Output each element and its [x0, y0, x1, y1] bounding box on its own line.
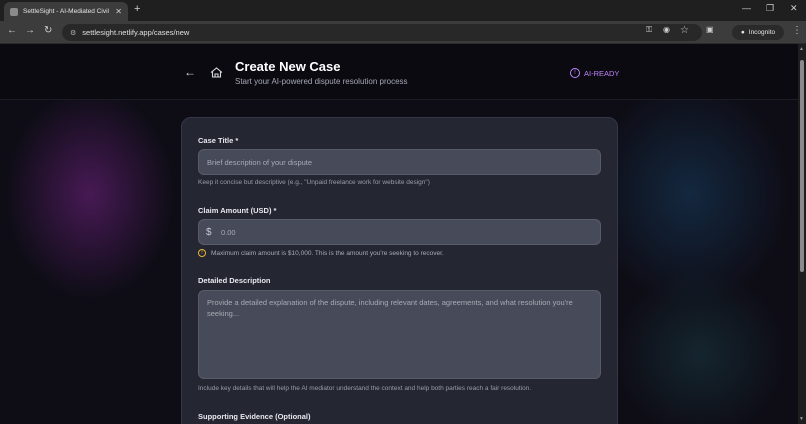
forward-nav-icon[interactable]: →	[25, 25, 35, 36]
case-title-help: Keep it concise but descriptive (e.g., "…	[198, 179, 430, 186]
page-title: Create New Case	[235, 59, 341, 74]
browser-toolbar: ← → ↻ ⚙ settlesight.netlify.app/cases/ne…	[0, 21, 806, 44]
incognito-icon: ●	[740, 29, 745, 36]
scroll-up-icon[interactable]: ▲	[799, 46, 804, 52]
tracking-eye-icon[interactable]: ◉	[663, 25, 670, 34]
tab-title: SettleSight - AI-Mediated Civil Dispute	[23, 8, 111, 15]
info-circle-icon: !	[570, 68, 580, 78]
bookmark-star-icon[interactable]: ☆	[680, 25, 689, 36]
description-textarea[interactable]: Provide a detailed explanation of the di…	[198, 290, 601, 379]
scrollbar-thumb[interactable]	[800, 60, 804, 272]
browser-tab-strip: SettleSight - AI-Mediated Civil Dispute …	[0, 0, 806, 21]
reload-icon[interactable]: ↻	[44, 25, 52, 36]
tab-close-icon[interactable]: ✕	[115, 7, 122, 16]
description-placeholder: Provide a detailed explanation of the di…	[207, 298, 573, 319]
page-subtitle: Start your AI-powered dispute resolution…	[235, 77, 408, 86]
page-content: ← Create New Case Start your AI-powered …	[0, 44, 798, 424]
case-title-placeholder: Brief description of your dispute	[207, 158, 313, 167]
incognito-indicator[interactable]: ● Incognito	[732, 25, 784, 40]
claim-amount-input[interactable]: $ 0.00	[198, 219, 601, 245]
address-url: settlesight.netlify.app/cases/new	[82, 28, 190, 37]
page-header: ← Create New Case Start your AI-powered …	[0, 44, 798, 100]
claim-amount-label: Claim Amount (USD) *	[198, 206, 277, 215]
tab-favicon-icon	[10, 7, 18, 16]
claim-amount-placeholder: 0.00	[221, 228, 236, 237]
home-icon[interactable]	[210, 67, 223, 78]
case-title-label: Case Title *	[198, 136, 239, 145]
warning-circle-icon: !	[198, 249, 206, 257]
scroll-down-icon[interactable]: ▼	[799, 416, 804, 422]
case-title-input[interactable]: Brief description of your dispute	[198, 149, 601, 175]
minimize-button[interactable]: —	[742, 3, 751, 13]
back-nav-icon[interactable]: ←	[7, 25, 17, 36]
side-panel-icon[interactable]: ▣	[706, 25, 714, 34]
menu-kebab-icon[interactable]: ⋮	[792, 25, 802, 36]
claim-amount-warning: ! Maximum claim amount is $10,000. This …	[198, 249, 444, 257]
dollar-sign-icon: $	[206, 227, 212, 238]
ai-ready-label: AI-READY	[584, 68, 620, 78]
description-help: Include key details that will help the A…	[198, 385, 532, 392]
incognito-label: Incognito	[748, 29, 776, 36]
close-window-button[interactable]: ✕	[790, 3, 798, 14]
claim-amount-warning-text: Maximum claim amount is $10,000. This is…	[211, 249, 444, 257]
restore-button[interactable]: ❐	[766, 3, 774, 14]
address-bar[interactable]: ⚙ settlesight.netlify.app/cases/new	[62, 24, 702, 41]
new-tab-button[interactable]: +	[134, 3, 140, 15]
browser-tab[interactable]: SettleSight - AI-Mediated Civil Dispute …	[4, 2, 128, 21]
site-info-icon[interactable]: ⚙	[70, 29, 76, 37]
description-label: Detailed Description	[198, 276, 271, 285]
evidence-label: Supporting Evidence (Optional)	[198, 412, 311, 421]
password-key-icon[interactable]: ⚿	[646, 25, 652, 35]
ai-ready-badge: ! AI-READY	[570, 68, 619, 78]
back-arrow-icon[interactable]: ←	[184, 65, 196, 79]
